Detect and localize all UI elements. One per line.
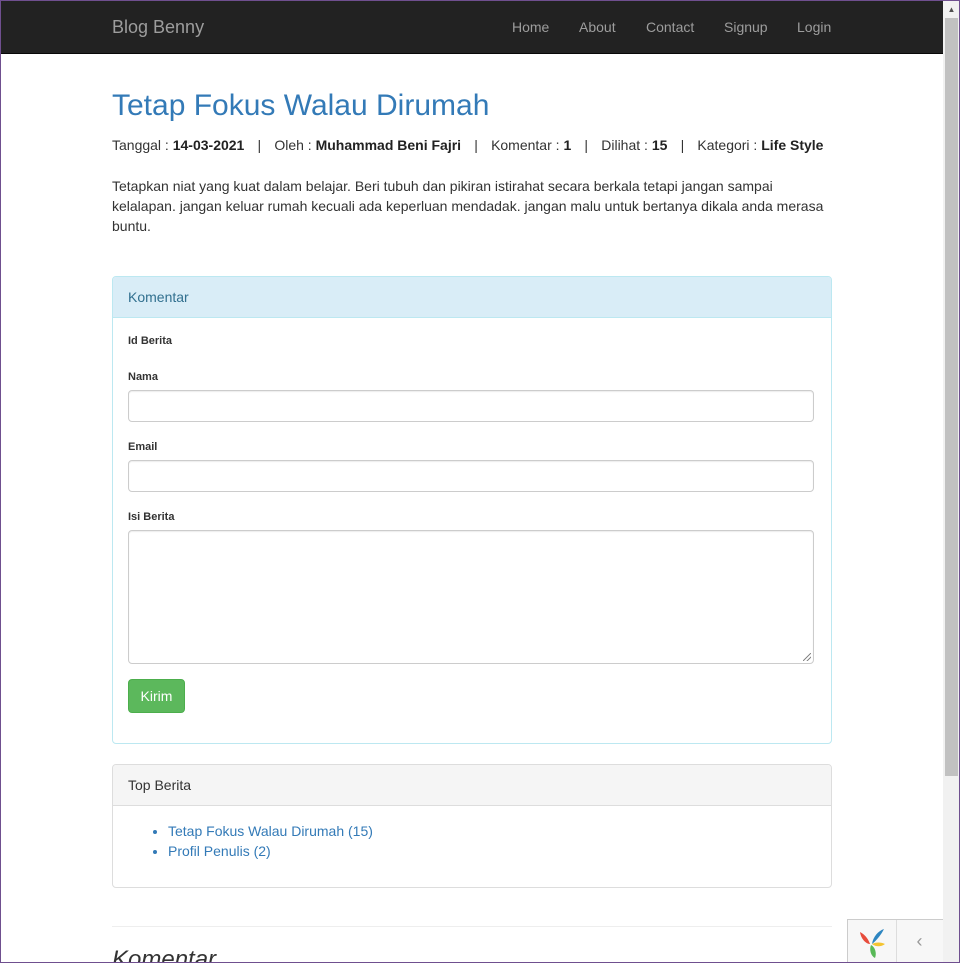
name-input[interactable]: [128, 390, 814, 422]
yii-logo-icon[interactable]: [848, 920, 897, 962]
vertical-scrollbar[interactable]: ▲: [943, 1, 959, 962]
list-item: Tetap Fokus Walau Dirumah (15): [168, 821, 373, 841]
nav-home[interactable]: Home: [512, 19, 549, 35]
nav-about[interactable]: About: [579, 19, 616, 35]
meta-date: 14-03-2021: [172, 137, 245, 153]
id-berita-label: Id Berita: [128, 335, 173, 347]
browser-viewport: Blog Benny Home About Contact Signup Log…: [0, 0, 960, 963]
scroll-up-arrow-icon[interactable]: ▲: [943, 1, 959, 18]
article-body: Tetapkan niat yang kuat dalam belajar. B…: [112, 178, 824, 234]
submit-button[interactable]: Kirim: [128, 679, 185, 713]
meta-category-label: Kategori :: [697, 137, 758, 153]
meta-comments-count: 1: [563, 137, 572, 153]
meta-separator: |: [257, 137, 262, 153]
chevron-left-icon[interactable]: ‹: [896, 920, 943, 962]
comment-form-heading: Komentar: [113, 277, 831, 318]
debug-toolbar: ‹: [847, 919, 943, 962]
email-label: Email: [128, 441, 158, 453]
article-title: Tetap Fokus Walau Dirumah: [112, 89, 490, 122]
content-textarea[interactable]: [128, 530, 814, 664]
nav-signup[interactable]: Signup: [724, 19, 768, 35]
comment-form-panel: Komentar Id Berita Nama Email Isi Berita…: [112, 276, 832, 744]
content-label: Isi Berita: [128, 511, 175, 523]
meta-author-label: Oleh :: [274, 137, 312, 153]
email-input[interactable]: [128, 460, 814, 492]
article-meta: Tanggal : 14-03-2021 | Oleh : Muhammad Ben…: [112, 137, 823, 153]
top-news-link[interactable]: Profil Penulis (2): [168, 843, 271, 859]
nav-contact[interactable]: Contact: [646, 19, 694, 35]
nav-login[interactable]: Login: [797, 19, 831, 35]
meta-separator: |: [474, 137, 478, 153]
scroll-thumb[interactable]: [945, 18, 958, 776]
brand-link[interactable]: Blog Benny: [112, 17, 204, 38]
meta-author: Muhammad Beni Fajri: [315, 137, 462, 153]
divider: [112, 926, 832, 927]
name-label: Nama: [128, 371, 158, 383]
meta-comments-label: Komentar :: [491, 137, 560, 153]
top-news-link[interactable]: Tetap Fokus Walau Dirumah (15): [168, 823, 373, 839]
meta-separator: |: [680, 137, 685, 153]
meta-separator: |: [584, 137, 589, 153]
meta-category: Life Style: [761, 137, 824, 153]
list-item: Profil Penulis (2): [168, 841, 373, 861]
meta-date-label: Tanggal :: [112, 137, 169, 153]
comments-section-title: Komentar: [112, 946, 217, 963]
top-news-heading: Top Berita: [113, 765, 831, 806]
top-news-list: Tetap Fokus Walau Dirumah (15) Profil Pe…: [128, 821, 373, 861]
top-news-panel: Top Berita Tetap Fokus Walau Dirumah (15…: [112, 764, 832, 888]
navbar: Blog Benny Home About Contact Signup Log…: [1, 1, 943, 54]
resize-grip-icon[interactable]: [803, 653, 811, 661]
meta-views-label: Dilihat :: [601, 137, 648, 153]
meta-views-count: 15: [651, 137, 668, 153]
